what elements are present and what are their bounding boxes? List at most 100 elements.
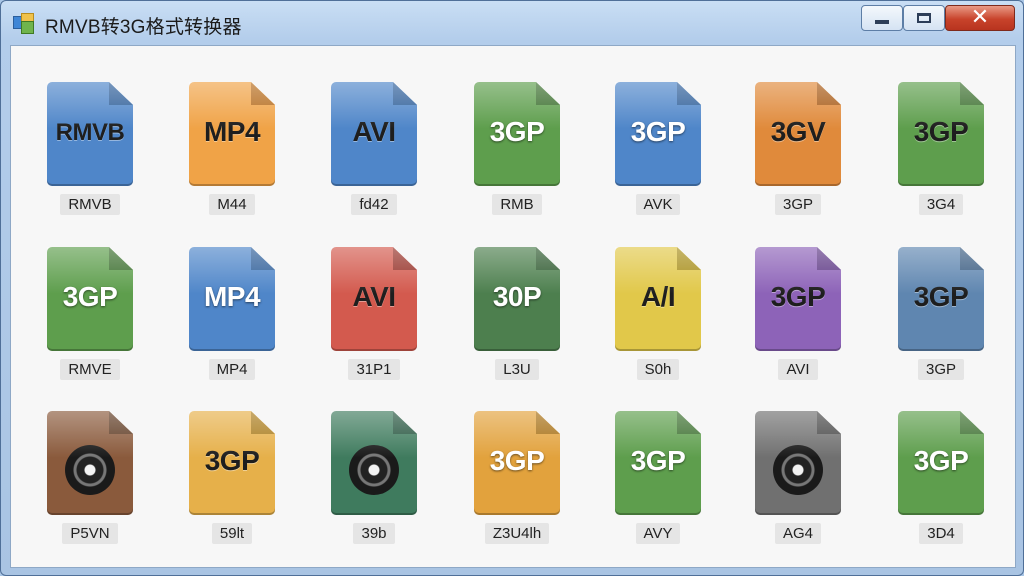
file-grid: RMVB RMVB MP4 M44 AVI fd42 3GP RMB 3GP AVK 3GV 3GP 3… [10, 45, 1016, 568]
format-label: RMVB [55, 119, 125, 146]
page-fold [251, 82, 275, 105]
file-caption-text: AVY [635, 523, 681, 544]
document-icon: 3GP [47, 247, 133, 351]
file-caption-text: AVK [635, 194, 681, 215]
document-icon: 3GP [474, 82, 560, 186]
file-caption: AVY [603, 523, 713, 544]
file-caption: S0h [603, 359, 713, 380]
format-label: 3GV [770, 116, 826, 147]
page-fold [960, 82, 984, 105]
file-caption: 3GP [743, 194, 853, 215]
file-caption-text: M44 [209, 194, 255, 215]
document-icon [755, 411, 841, 515]
format-label: 3GP [489, 116, 545, 147]
format-label: MP4 [203, 116, 261, 147]
file-caption-text: 31P1 [348, 359, 400, 380]
file-caption-text: RMVB [60, 194, 120, 215]
minimize-button[interactable] [861, 5, 903, 31]
document-icon: 3GP [474, 411, 560, 515]
format-label: AVI [352, 281, 396, 312]
page-fold [393, 247, 417, 270]
format-label: MP4 [203, 281, 261, 312]
document-icon: A/I [615, 247, 701, 351]
document-icon: 3GP [898, 411, 984, 515]
file-caption-text: 59lt [211, 523, 253, 544]
app-icon [13, 13, 35, 34]
document-icon: AVI [331, 82, 417, 186]
page-fold [251, 247, 275, 270]
page-fold [393, 82, 417, 105]
file-caption: 31P1 [319, 359, 429, 380]
file-caption: M44 [177, 194, 287, 215]
file-caption-text: 3G4 [918, 194, 964, 215]
format-label: 30P [492, 281, 542, 312]
file-caption-text: P5VN [62, 523, 118, 544]
document-icon: 3GP [898, 247, 984, 351]
document-icon [47, 411, 133, 515]
file-caption: P5VN [35, 523, 145, 544]
format-label: 3GP [913, 445, 969, 476]
file-caption: AVK [603, 194, 713, 215]
file-caption-text: RMB [492, 194, 542, 215]
file-caption: Z3U4lh [462, 523, 572, 544]
app-window: RMVB转3G格式转换器 ✕ RMVB RMVB MP4 M44 AVI fd42 3GP R… [0, 0, 1024, 576]
document-icon: MP4 [189, 247, 275, 351]
file-caption: AVI [743, 359, 853, 380]
page-fold [536, 82, 560, 105]
file-caption-text: fd42 [351, 194, 397, 215]
format-label: 3GP [770, 281, 826, 312]
file-caption: RMVE [35, 359, 145, 380]
file-caption-text: 39b [353, 523, 395, 544]
document-icon: 3GP [755, 247, 841, 351]
document-icon: 3GP [189, 411, 275, 515]
file-caption: L3U [462, 359, 572, 380]
format-label: 3GP [489, 445, 545, 476]
document-icon: AVI [331, 247, 417, 351]
document-icon: 3GP [615, 82, 701, 186]
page-fold [536, 247, 560, 270]
file-caption: 3GP [886, 359, 996, 380]
file-caption-text: Z3U4lh [484, 523, 550, 544]
page-fold [817, 82, 841, 105]
file-caption-text: S0h [636, 359, 680, 380]
page-fold [109, 247, 133, 270]
page-fold [109, 82, 133, 105]
file-caption: RMVB [35, 194, 145, 215]
disc-icon [773, 445, 823, 495]
format-label: A/I [640, 281, 676, 312]
file-caption-text: 3GP [917, 359, 964, 380]
file-caption: 3D4 [886, 523, 996, 544]
format-label: 3GP [630, 116, 686, 147]
document-icon [331, 411, 417, 515]
format-label: 3GP [204, 445, 260, 476]
page-fold [677, 411, 701, 434]
file-caption: MP4 [177, 359, 287, 380]
format-label: 3GP [62, 281, 118, 312]
page-fold [677, 247, 701, 270]
maximize-button[interactable] [903, 5, 945, 31]
page-fold [960, 411, 984, 434]
disc-icon [65, 445, 115, 495]
title-bar[interactable]: RMVB转3G格式转换器 ✕ [1, 1, 1023, 45]
page-fold [393, 411, 417, 434]
maximize-icon [917, 13, 931, 23]
file-caption: RMB [462, 194, 572, 215]
file-caption-text: RMVE [60, 359, 120, 380]
format-label: AVI [352, 116, 396, 147]
file-caption-text: AG4 [774, 523, 821, 544]
document-icon: 3GP [615, 411, 701, 515]
file-caption-text: AVI [778, 359, 818, 380]
page-fold [677, 82, 701, 105]
page-fold [817, 411, 841, 434]
file-caption: 39b [319, 523, 429, 544]
close-button[interactable]: ✕ [945, 5, 1015, 31]
document-icon: MP4 [189, 82, 275, 186]
page-fold [251, 411, 275, 434]
disc-icon [349, 445, 399, 495]
file-caption-text: MP4 [208, 359, 256, 380]
window-title: RMVB转3G格式转换器 [45, 17, 242, 38]
file-caption: AG4 [743, 523, 853, 544]
document-icon: RMVB [47, 82, 133, 186]
document-icon: 30P [474, 247, 560, 351]
minimize-icon [875, 20, 889, 24]
